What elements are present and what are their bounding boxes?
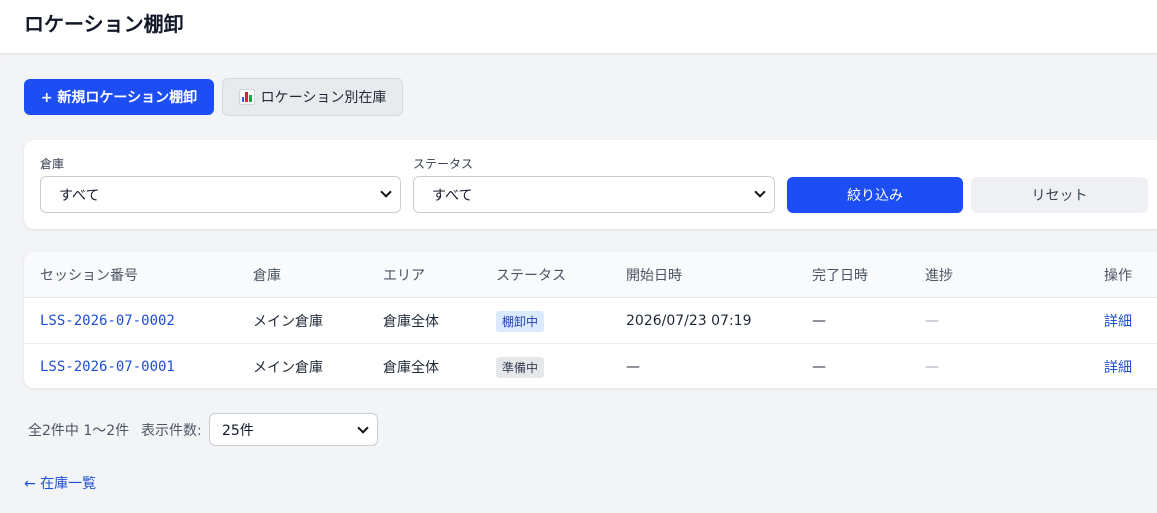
warehouse-select-value: すべて [59,187,100,204]
column-header-progress: 進捗 [925,268,953,284]
status-badge: 準備中 [496,356,545,378]
reset-filter-button[interactable]: リセット [971,177,1148,213]
table-header-row: セッション番号 倉庫 エリア ステータス 開始日時 完了日時 進捗 操作 [24,252,1157,298]
sessions-table: セッション番号 倉庫 エリア ステータス 開始日時 完了日時 進捗 操作 LSS… [24,252,1157,388]
per-page-select[interactable]: 25件 [209,413,378,446]
column-header-actions: 操作 [1104,268,1132,284]
detail-link[interactable]: 詳細 [1104,298,1132,344]
warehouse-cell: メイン倉庫 [253,314,323,330]
location-inventory-label: ロケーション別在庫 [260,90,387,106]
bar-chart-icon [238,89,255,105]
pagination-summary: 全2件中 1〜2件 [28,423,130,439]
chevron-down-icon [357,422,369,434]
column-header-started: 開始日時 [626,268,682,284]
progress-cell: — [925,313,939,329]
table-row: LSS-2026-07-0001 メイン倉庫 倉庫全体 準備中 — — — 詳細 [24,344,1157,388]
table-row: LSS-2026-07-0002 メイン倉庫 倉庫全体 棚卸中 2026/07/… [24,298,1157,344]
page-title: ロケーション棚卸 [24,12,184,36]
chevron-down-icon [754,186,766,198]
area-cell: 倉庫全体 [383,360,439,376]
new-location-stocktake-button[interactable]: + 新規ロケーション棚卸 [24,79,214,115]
warehouse-filter-label: 倉庫 [40,157,65,171]
filter-panel: 倉庫 すべて ステータス すべて 絞り込み リセット [24,140,1157,229]
column-header-warehouse: 倉庫 [253,268,281,284]
back-to-inventory-link[interactable]: ← 在庫一覧 [24,473,96,493]
status-select[interactable]: すべて [413,176,775,213]
status-badge: 棚卸中 [496,310,545,332]
apply-filter-button[interactable]: 絞り込み [787,177,963,213]
column-header-status: ステータス [496,268,566,284]
started-cell: 2026/07/23 07:19 [626,313,752,329]
per-page-value: 25件 [222,422,254,439]
column-header-completed: 完了日時 [812,268,868,284]
warehouse-cell: メイン倉庫 [253,360,323,376]
location-inventory-button[interactable]: ロケーション別在庫 [222,78,403,116]
progress-cell: — [925,359,939,375]
chevron-down-icon [380,186,392,198]
warehouse-select[interactable]: すべて [40,176,401,213]
detail-link[interactable]: 詳細 [1104,344,1132,388]
completed-cell: — [812,313,826,329]
per-page-label: 表示件数: [141,423,202,439]
started-cell: — [626,359,640,375]
session-id-link[interactable]: LSS-2026-07-0001 [40,344,175,388]
column-header-session: セッション番号 [40,268,138,284]
session-id-link[interactable]: LSS-2026-07-0002 [40,298,175,344]
page-header: ロケーション棚卸 [0,0,1157,54]
completed-cell: — [812,359,826,375]
status-filter-label: ステータス [413,157,474,171]
status-select-value: すべて [432,187,473,204]
area-cell: 倉庫全体 [383,314,439,330]
column-header-area: エリア [383,268,425,284]
